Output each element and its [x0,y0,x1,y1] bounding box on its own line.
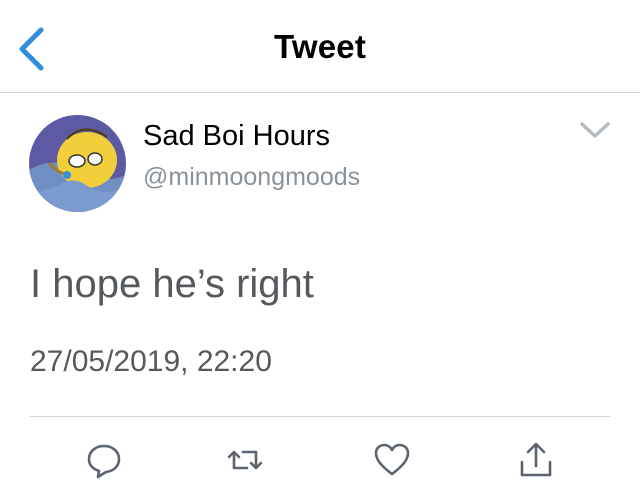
tweet-text: I hope he’s right [30,262,314,306]
author-handle[interactable]: @minmoongmoods [143,163,360,192]
share-icon [520,442,552,477]
retweet-button[interactable] [225,440,265,480]
avatar-image [29,115,126,212]
heart-icon [374,443,410,476]
reply-icon [87,444,121,479]
navigation-bar: Tweet [0,0,640,93]
page-title: Tweet [273,28,367,65]
tweet-timestamp: 27/05/2019, 22:20 [30,345,272,378]
tweet-menu-button[interactable] [578,118,612,142]
reply-button[interactable] [84,440,124,480]
divider [30,416,610,417]
like-button[interactable] [372,440,412,480]
avatar[interactable] [29,115,126,212]
chevron-down-icon [580,122,610,138]
author-display-name[interactable]: Sad Boi Hours [143,120,330,153]
share-button[interactable] [516,440,556,480]
retweet-icon [227,450,263,470]
